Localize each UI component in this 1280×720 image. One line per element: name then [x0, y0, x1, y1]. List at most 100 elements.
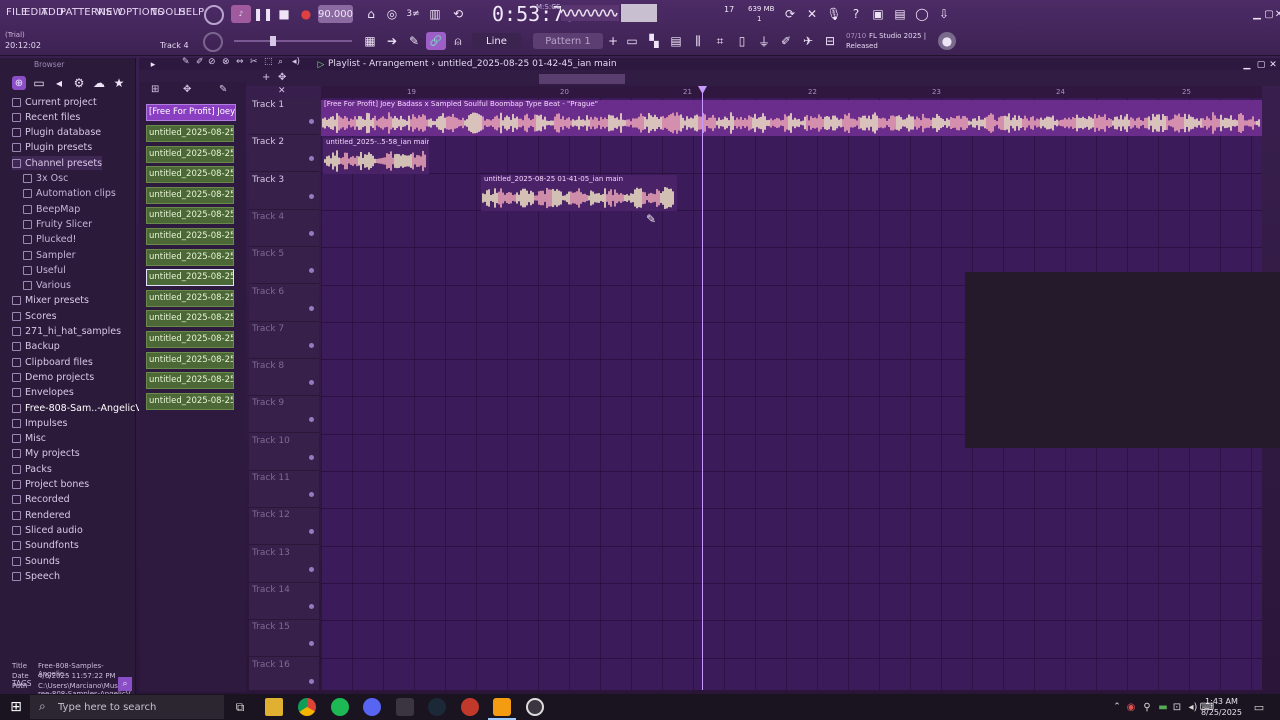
mixer-icon[interactable]: ✕	[803, 5, 821, 23]
track-header[interactable]: Track 6	[249, 285, 319, 322]
delete-tool-icon[interactable]: ⊘	[208, 57, 216, 67]
menu-help[interactable]: HELP	[178, 7, 204, 18]
track-header[interactable]: Track 4	[249, 210, 319, 247]
clip-source-item[interactable]: [Free For Profit] Joey..	[146, 104, 236, 121]
timeline-ruler[interactable]: 19 20 21 22 23 24 25	[321, 86, 1262, 98]
track-mute-icon[interactable]	[309, 342, 314, 348]
track-mute-icon[interactable]	[309, 380, 314, 386]
clip-source-item[interactable]: untitled_2025-08-25 01-..	[146, 392, 234, 410]
obs-icon[interactable]	[461, 698, 479, 716]
pencil-tool-icon[interactable]: ✎	[182, 57, 190, 67]
browser-item[interactable]: Plucked!	[23, 233, 76, 247]
track-header[interactable]: Track 10	[249, 434, 319, 471]
capcut-icon[interactable]	[396, 698, 414, 716]
chrome-icon[interactable]	[298, 698, 316, 716]
pause-icon[interactable]: ❚❚	[253, 5, 273, 23]
browser-item[interactable]: Recent files	[12, 110, 80, 124]
plugin-picker-icon[interactable]: ▤	[891, 5, 909, 23]
clip-source-item[interactable]: untitled_2025-08-25 01-..	[146, 289, 234, 307]
track-header[interactable]: Track 8	[249, 359, 319, 397]
browser-view-icon[interactable]: ▯	[733, 32, 751, 50]
track-mute-icon[interactable]	[309, 193, 314, 199]
browser-item[interactable]: BeepMap	[23, 202, 80, 216]
pitch-knob[interactable]	[203, 32, 223, 52]
slice-tool-icon[interactable]: ✂	[250, 57, 258, 67]
browser-item[interactable]: Scores	[12, 309, 57, 323]
pattern-selector[interactable]: Pattern 1	[533, 33, 603, 49]
clock-app-icon[interactable]	[526, 698, 544, 716]
save-icon[interactable]: ▣	[869, 5, 887, 23]
browser-back-icon[interactable]: ◂	[50, 74, 68, 92]
browser-item[interactable]: Rendered	[12, 508, 71, 522]
track-mute-icon[interactable]	[309, 417, 314, 423]
discord-icon[interactable]	[363, 698, 381, 716]
browser-item[interactable]: Mixer presets	[12, 294, 89, 308]
browser-item[interactable]: Channel presets	[12, 156, 103, 171]
browser-item[interactable]: Useful	[23, 263, 66, 277]
taskbar-search[interactable]: ⌕ Type here to search	[30, 695, 224, 719]
browser-item[interactable]: Automation clips	[23, 187, 116, 201]
spotify-icon[interactable]	[331, 698, 349, 716]
browser-item[interactable]: Various	[23, 279, 71, 293]
browser-folder-icon[interactable]: ▭	[30, 74, 48, 92]
clip-source-item[interactable]: untitled_2025-08-25 01-..	[146, 228, 234, 245]
browser-item[interactable]: Fruity Slicer	[23, 217, 92, 231]
clip-source-item[interactable]: untitled_2025-08-25 01-..	[146, 331, 234, 348]
browser-item[interactable]: Impulses	[12, 416, 68, 430]
track-mute-icon[interactable]	[309, 156, 314, 162]
clip-source-item[interactable]: untitled_2025-08-25 01-..	[146, 207, 234, 225]
steam-icon[interactable]	[428, 698, 446, 716]
stamp-icon[interactable]: ⍝	[449, 32, 467, 50]
browser-item[interactable]: 3x Osc	[23, 172, 68, 186]
browser-star-icon[interactable]: ★	[110, 74, 128, 92]
plugin-icon[interactable]: ⏚	[755, 32, 773, 50]
browser-item[interactable]: Envelopes	[12, 386, 74, 400]
wait-icon[interactable]: ◎	[383, 5, 401, 23]
clip-list-pencil-icon[interactable]: ✎	[219, 84, 227, 95]
mute-tool-icon[interactable]: ⊗	[222, 57, 230, 67]
track-header[interactable]: Track 9	[249, 396, 319, 434]
track-header[interactable]: Track 3	[249, 173, 319, 210]
clip-source-item[interactable]: untitled_2025-08-25 01-..	[146, 166, 234, 184]
store-icon[interactable]: ⊟	[821, 32, 839, 50]
arrow-right-icon[interactable]: ➔	[383, 32, 401, 50]
audio-clip[interactable]: untitled_2025-08-25 01-41-05_ian main	[481, 175, 677, 211]
track-mute-icon[interactable]	[309, 454, 314, 460]
browser-item[interactable]: Sliced audio	[12, 523, 83, 537]
playback-tool-icon[interactable]: ◂)	[292, 57, 300, 67]
download-icon[interactable]: ⇩	[935, 5, 953, 23]
clip-source-item[interactable]: untitled_2025-08-25 01-..	[146, 125, 234, 142]
browser-cloud-icon[interactable]: ☁	[90, 74, 108, 92]
tags-label[interactable]: TAGS	[12, 679, 32, 688]
notification-icon[interactable]: ▭	[1250, 698, 1268, 716]
browser-item[interactable]: Demo projects	[12, 370, 94, 384]
track-mute-icon[interactable]	[309, 230, 314, 236]
help-icon[interactable]: ?	[847, 5, 865, 23]
delete-track-icon[interactable]: ✕	[278, 86, 286, 96]
close-icon[interactable]: ✕	[1270, 5, 1280, 23]
pitch-slider-handle[interactable]	[270, 36, 276, 46]
clip-source-item[interactable]: untitled_2025-08-25 01-..	[146, 310, 234, 328]
step-edit-icon[interactable]: ▥	[426, 5, 444, 23]
track-header[interactable]: Track 14	[249, 583, 319, 620]
piano-roll-icon[interactable]: ▦	[361, 32, 379, 50]
stop-icon[interactable]: ■	[275, 5, 293, 23]
mixer-view-icon[interactable]: ▤	[667, 32, 685, 50]
horizontal-scrollbar[interactable]	[539, 74, 625, 84]
song-mode-icon[interactable]: ♪	[231, 5, 251, 23]
browser-all-icon[interactable]: ⊕	[12, 76, 26, 90]
select-tool-icon[interactable]: ⬚	[264, 57, 273, 67]
track-header[interactable]: Track 7	[249, 322, 319, 359]
brush-icon[interactable]: ✐	[777, 32, 795, 50]
tags-search-icon[interactable]: ⌕	[118, 677, 132, 691]
browser-item[interactable]: Speech	[12, 569, 60, 583]
add-pattern-icon[interactable]: +	[604, 32, 622, 50]
add-track-icon[interactable]: +	[262, 72, 270, 83]
clip-source-item[interactable]: untitled_2025-08-25 01-..	[146, 186, 234, 204]
playhead[interactable]	[702, 86, 703, 690]
clip-source-item[interactable]: untitled_2025-08-25 01-..	[146, 372, 234, 390]
countdown-icon[interactable]: 3≠	[404, 5, 422, 23]
track-header[interactable]: Track 5	[249, 247, 319, 285]
clip-list-grid-icon[interactable]: ⊞	[151, 84, 159, 95]
browser-item[interactable]: 271_hi_hat_samples	[12, 325, 121, 339]
